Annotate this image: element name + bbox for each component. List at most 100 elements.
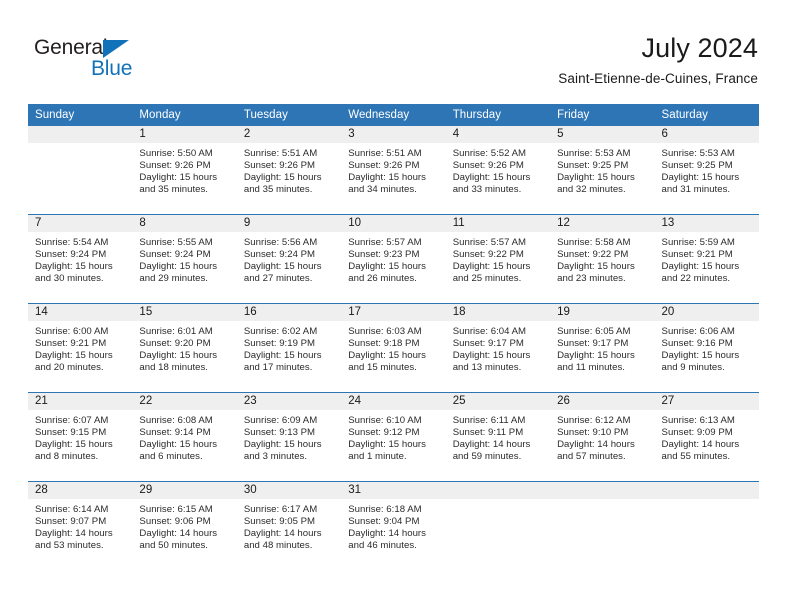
day-details: Sunrise: 5:53 AM Sunset: 9:25 PM Daylight:… bbox=[550, 143, 654, 196]
calendar-week-row: 14 Sunrise: 6:00 AM Sunset: 9:21 PM Dayligh… bbox=[28, 303, 759, 393]
calendar-day-cell[interactable]: 13 Sunrise: 5:59 AM Sunset: 9:21 PM Dayligh… bbox=[654, 214, 759, 304]
sunset-text: Sunset: 9:24 PM bbox=[35, 249, 107, 261]
daylight-text: Daylight: 14 hours bbox=[661, 439, 740, 451]
day-details: Sunrise: 6:03 AM Sunset: 9:18 PM Daylight:… bbox=[341, 321, 445, 374]
calendar-day-cell[interactable]: 8 Sunrise: 5:55 AM Sunset: 9:24 PM Daylight… bbox=[132, 214, 237, 304]
calendar-day-cell[interactable]: 28 Sunrise: 6:14 AM Sunset: 9:07 PM Dayligh… bbox=[28, 481, 133, 570]
daylight-text: Daylight: 15 hours bbox=[452, 261, 531, 273]
weekday-header-sunday: Sunday bbox=[28, 104, 133, 126]
weekday-header-friday: Friday bbox=[550, 104, 655, 126]
sunset-text: Sunset: 9:21 PM bbox=[35, 338, 107, 350]
calendar-day-cell[interactable]: 17 Sunrise: 6:03 AM Sunset: 9:18 PM Dayligh… bbox=[341, 303, 446, 393]
daylight-text: Daylight: 15 hours bbox=[348, 439, 426, 451]
calendar-day-cell[interactable]: 1 Sunrise: 5:50 AM Sunset: 9:26 PM Daylight… bbox=[132, 126, 237, 215]
daylight-text: and 53 minutes. bbox=[35, 540, 104, 552]
sunset-text: Sunset: 9:26 PM bbox=[139, 160, 211, 172]
day-details: Sunrise: 5:54 AM Sunset: 9:24 PM Daylight:… bbox=[28, 232, 132, 285]
sunrise-text: Sunrise: 6:06 AM bbox=[661, 326, 735, 337]
day-details: Sunrise: 5:51 AM Sunset: 9:26 PM Daylight:… bbox=[341, 143, 445, 196]
calendar-day-cell[interactable]: 21 Sunrise: 6:07 AM Sunset: 9:15 PM Dayligh… bbox=[28, 392, 133, 482]
daylight-text: and 25 minutes. bbox=[452, 273, 522, 285]
calendar-day-cell[interactable]: 15 Sunrise: 6:01 AM Sunset: 9:20 PM Dayligh… bbox=[132, 303, 237, 393]
calendar-day-cell[interactable]: 4 Sunrise: 5:52 AM Sunset: 9:26 PM Daylight… bbox=[445, 126, 551, 215]
calendar-day-cell[interactable]: 9 Sunrise: 5:56 AM Sunset: 9:24 PM Daylight… bbox=[236, 214, 342, 304]
calendar-day-cell[interactable]: 5 Sunrise: 5:53 AM Sunset: 9:25 PM Daylight… bbox=[550, 126, 655, 215]
daylight-text: and 35 minutes. bbox=[243, 184, 313, 196]
day-cell-inner: 29 Sunrise: 6:15 AM Sunset: 9:06 PM Dayligh… bbox=[132, 482, 237, 570]
sunrise-text: Sunrise: 6:01 AM bbox=[139, 326, 213, 337]
day-number: 11 bbox=[445, 215, 551, 232]
daylight-text: Daylight: 15 hours bbox=[348, 172, 426, 184]
daylight-text: Daylight: 15 hours bbox=[557, 172, 635, 184]
daylight-text: Daylight: 15 hours bbox=[348, 350, 426, 362]
daylight-text: and 8 minutes. bbox=[35, 451, 99, 463]
daylight-text: and 33 minutes. bbox=[452, 184, 522, 196]
day-details: Sunrise: 6:11 AM Sunset: 9:11 PM Daylight:… bbox=[446, 410, 550, 463]
daylight-text: Daylight: 15 hours bbox=[557, 261, 635, 273]
day-details: Sunrise: 5:57 AM Sunset: 9:23 PM Daylight:… bbox=[341, 232, 445, 285]
calendar-day-cell[interactable]: 12 Sunrise: 5:58 AM Sunset: 9:22 PM Dayligh… bbox=[550, 214, 655, 304]
day-number: 12 bbox=[550, 215, 655, 232]
day-number: 15 bbox=[132, 304, 237, 321]
daylight-text: and 13 minutes. bbox=[452, 362, 522, 374]
calendar-day-cell[interactable]: 16 Sunrise: 6:02 AM Sunset: 9:19 PM Dayligh… bbox=[236, 303, 342, 393]
calendar-day-cell[interactable]: 18 Sunrise: 6:04 AM Sunset: 9:17 PM Dayligh… bbox=[445, 303, 551, 393]
day-details: Sunrise: 5:51 AM Sunset: 9:26 PM Daylight:… bbox=[237, 143, 341, 196]
calendar-day-cell[interactable]: 31 Sunrise: 6:18 AM Sunset: 9:04 PM Dayligh… bbox=[341, 481, 446, 570]
calendar-day-cell[interactable]: 23 Sunrise: 6:09 AM Sunset: 9:13 PM Dayligh… bbox=[236, 392, 342, 482]
sunrise-text: Sunrise: 6:09 AM bbox=[243, 415, 318, 426]
daylight-text: Daylight: 14 hours bbox=[557, 439, 635, 451]
day-details: Sunrise: 6:14 AM Sunset: 9:07 PM Daylight:… bbox=[28, 499, 132, 552]
sunset-text: Sunset: 9:04 PM bbox=[348, 516, 420, 528]
sunrise-text: Sunrise: 6:11 AM bbox=[452, 415, 526, 426]
calendar-day-cell[interactable]: 22 Sunrise: 6:08 AM Sunset: 9:14 PM Dayligh… bbox=[132, 392, 237, 482]
calendar-day-cell[interactable]: 29 Sunrise: 6:15 AM Sunset: 9:06 PM Dayligh… bbox=[132, 481, 237, 570]
sunrise-text: Sunrise: 6:17 AM bbox=[243, 504, 318, 515]
calendar-day-cell-empty bbox=[550, 481, 655, 570]
sunset-text: Sunset: 9:05 PM bbox=[243, 516, 316, 528]
weekday-header-thursday: Thursday bbox=[445, 104, 551, 126]
calendar-day-cell[interactable]: 6 Sunrise: 5:53 AM Sunset: 9:25 PM Daylight… bbox=[654, 126, 759, 215]
daylight-text: and 6 minutes. bbox=[139, 451, 203, 463]
calendar-day-cell[interactable]: 7 Sunrise: 5:54 AM Sunset: 9:24 PM Daylight… bbox=[28, 214, 133, 304]
calendar-day-cell[interactable]: 11 Sunrise: 5:57 AM Sunset: 9:22 PM Dayligh… bbox=[445, 214, 551, 304]
calendar-day-cell[interactable]: 27 Sunrise: 6:13 AM Sunset: 9:09 PM Dayligh… bbox=[654, 392, 759, 482]
day-cell-inner: 26 Sunrise: 6:12 AM Sunset: 9:10 PM Dayligh… bbox=[550, 393, 655, 481]
day-cell-inner: 5 Sunrise: 5:53 AM Sunset: 9:25 PM Daylight… bbox=[550, 126, 655, 214]
sunset-text: Sunset: 9:25 PM bbox=[661, 160, 733, 172]
calendar-week-row: 7 Sunrise: 5:54 AM Sunset: 9:24 PM Daylight… bbox=[28, 214, 759, 304]
day-number: 19 bbox=[550, 304, 655, 321]
calendar-day-cell[interactable]: 14 Sunrise: 6:00 AM Sunset: 9:21 PM Dayligh… bbox=[28, 303, 133, 393]
sunset-text: Sunset: 9:12 PM bbox=[348, 427, 420, 439]
daylight-text: Daylight: 15 hours bbox=[35, 261, 113, 273]
sunrise-text: Sunrise: 5:51 AM bbox=[348, 148, 422, 159]
day-number: 5 bbox=[550, 126, 655, 143]
day-details: Sunrise: 6:09 AM Sunset: 9:13 PM Daylight:… bbox=[237, 410, 341, 463]
day-number: 22 bbox=[132, 393, 237, 410]
sunrise-text: Sunrise: 6:10 AM bbox=[348, 415, 422, 426]
calendar-day-cell[interactable]: 26 Sunrise: 6:12 AM Sunset: 9:10 PM Dayligh… bbox=[550, 392, 655, 482]
daylight-text: and 32 minutes. bbox=[557, 184, 626, 196]
day-number bbox=[445, 482, 551, 499]
day-details: Sunrise: 6:00 AM Sunset: 9:21 PM Daylight:… bbox=[28, 321, 132, 374]
calendar-day-cell[interactable]: 3 Sunrise: 5:51 AM Sunset: 9:26 PM Daylight… bbox=[341, 126, 446, 215]
calendar-day-cell[interactable]: 19 Sunrise: 6:05 AM Sunset: 9:17 PM Dayligh… bbox=[550, 303, 655, 393]
calendar-day-cell[interactable]: 24 Sunrise: 6:10 AM Sunset: 9:12 PM Dayligh… bbox=[341, 392, 446, 482]
daylight-text: and 20 minutes. bbox=[35, 362, 104, 374]
sunset-text: Sunset: 9:18 PM bbox=[348, 338, 420, 350]
day-cell-inner: 6 Sunrise: 5:53 AM Sunset: 9:25 PM Daylight… bbox=[654, 126, 759, 214]
calendar-day-cell[interactable]: 2 Sunrise: 5:51 AM Sunset: 9:26 PM Daylight… bbox=[236, 126, 342, 215]
daylight-text: Daylight: 14 hours bbox=[35, 528, 113, 540]
calendar-day-cell[interactable]: 10 Sunrise: 5:57 AM Sunset: 9:23 PM Dayligh… bbox=[341, 214, 446, 304]
day-details: Sunrise: 6:04 AM Sunset: 9:17 PM Daylight:… bbox=[446, 321, 550, 374]
daylight-text: and 30 minutes. bbox=[35, 273, 104, 285]
sunrise-text: Sunrise: 5:52 AM bbox=[452, 148, 527, 159]
daylight-text: Daylight: 15 hours bbox=[661, 350, 740, 362]
calendar-day-cell[interactable]: 30 Sunrise: 6:17 AM Sunset: 9:05 PM Dayligh… bbox=[236, 481, 342, 570]
calendar-day-cell[interactable]: 20 Sunrise: 6:06 AM Sunset: 9:16 PM Dayligh… bbox=[654, 303, 759, 393]
brand-logo[interactable]: General Blue bbox=[34, 36, 164, 86]
day-number: 7 bbox=[28, 215, 133, 232]
page-title: July 2024 bbox=[641, 33, 758, 63]
brand-name-blue: Blue bbox=[91, 57, 133, 80]
calendar-day-cell[interactable]: 25 Sunrise: 6:11 AM Sunset: 9:11 PM Dayligh… bbox=[445, 392, 551, 482]
